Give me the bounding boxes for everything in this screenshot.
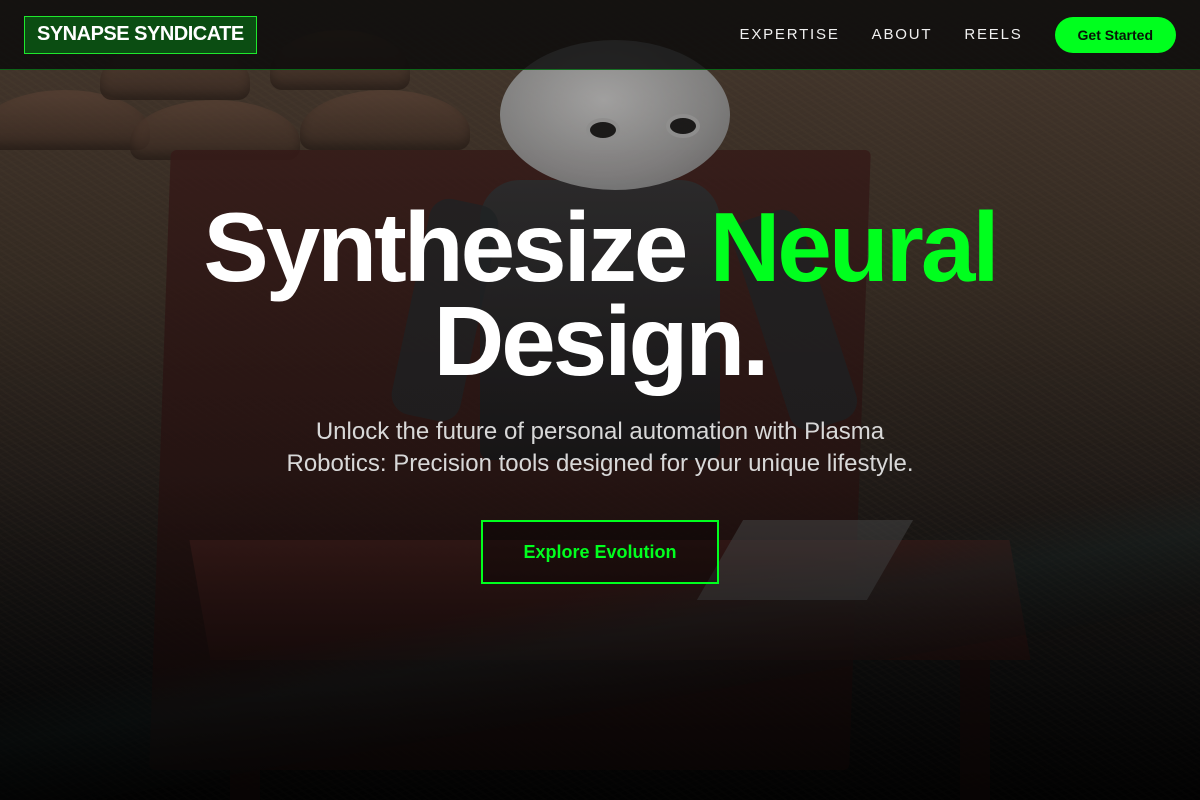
- explore-evolution-button[interactable]: Explore Evolution: [481, 520, 719, 584]
- headline-word-design: Design.: [433, 286, 770, 396]
- hero-content: Synthesize Neural Design. Unlock the fut…: [0, 198, 1200, 584]
- top-navbar: SYNAPSE SYNDICATE EXPERTISE ABOUT REELS …: [0, 0, 1200, 70]
- nav-link-reels[interactable]: REELS: [964, 26, 1022, 43]
- nav-link-expertise[interactable]: EXPERTISE: [740, 26, 840, 43]
- brand-logo[interactable]: SYNAPSE SYNDICATE: [24, 15, 257, 54]
- hero-headline: Synthesize Neural Design.: [0, 198, 1200, 390]
- nav-links: EXPERTISE ABOUT REELS Get Started: [740, 16, 1176, 53]
- hero-subtitle: Unlock the future of personal automation…: [286, 418, 914, 477]
- get-started-button[interactable]: Get Started: [1054, 16, 1176, 53]
- nav-link-about[interactable]: ABOUT: [872, 26, 933, 43]
